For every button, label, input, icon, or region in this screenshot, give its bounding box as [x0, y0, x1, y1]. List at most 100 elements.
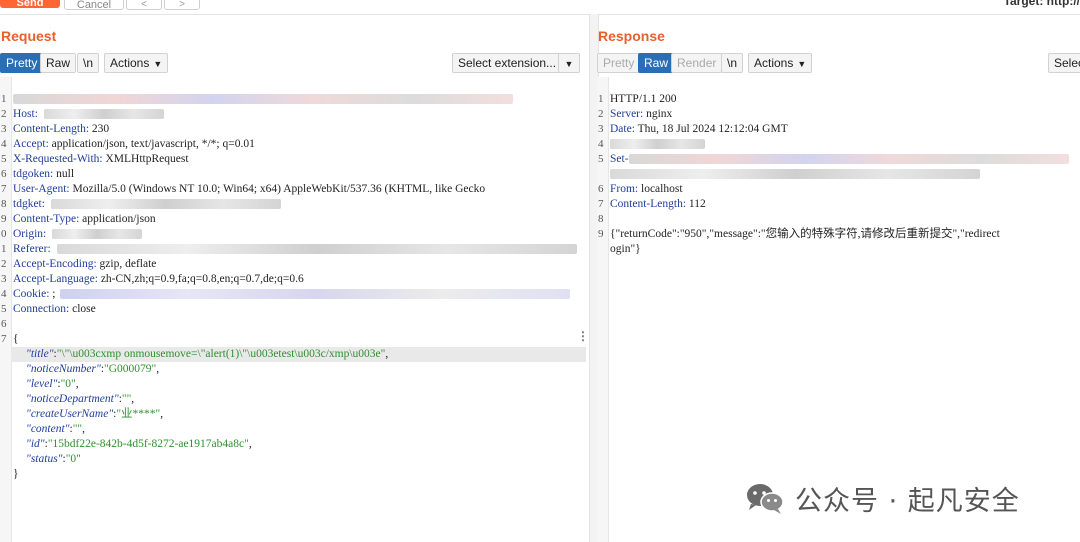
line-number: 6	[1, 318, 7, 330]
request-extension-chevron[interactable]: ▼	[558, 53, 580, 73]
line-number: 8	[1, 198, 7, 210]
line-number: 9	[598, 228, 604, 240]
redacted-block	[610, 169, 980, 180]
response-body-text: ogin"}	[610, 243, 641, 255]
back-button[interactable]: <	[126, 0, 162, 10]
header-key: Cookie:	[13, 288, 50, 300]
header-value: XMLHttpRequest	[102, 153, 189, 165]
header-key: Origin:	[13, 228, 47, 240]
json-key: "id"	[26, 438, 45, 450]
response-extension-label: Select	[1054, 56, 1080, 70]
response-tab-newline[interactable]: \n	[721, 53, 744, 73]
response-tab-pretty[interactable]: Pretty	[597, 53, 641, 73]
redacted-block	[43, 109, 164, 120]
wechat-watermark: 公众号 · 起凡安全	[745, 476, 1055, 520]
line-number: 0	[1, 228, 7, 240]
response-body-text: {"returnCode":"950","message":"您输入的特殊字符,…	[610, 228, 1000, 240]
header-value: 230	[89, 123, 110, 135]
line-number: 3	[598, 123, 604, 135]
header-key: Accept:	[13, 138, 49, 150]
line-number: 7	[1, 183, 7, 195]
header-key: From:	[610, 183, 639, 195]
line-number: 2	[1, 108, 7, 120]
json-key: "title"	[26, 348, 54, 360]
header-key: Content-Type:	[13, 213, 80, 225]
header-key: Accept-Language:	[13, 273, 98, 285]
header-key: Referer:	[13, 243, 51, 255]
more-options-icon[interactable]: ⋮	[577, 329, 589, 344]
json-key: "level"	[26, 378, 58, 390]
header-value: nginx	[643, 108, 673, 120]
line-number: 6	[1, 168, 7, 180]
request-toolbar: Pretty Raw \n Actions ▼ Select extension.…	[0, 53, 589, 73]
request-actions-dropdown[interactable]: Actions ▼	[104, 53, 169, 73]
header-value: application/json	[79, 213, 156, 225]
json-key: "status"	[26, 453, 63, 465]
redacted-block	[13, 94, 513, 105]
request-title: Request	[1, 28, 57, 44]
json-value: ""	[121, 393, 132, 405]
watermark-text: 公众号 · 起凡安全	[795, 485, 1020, 517]
response-extension-select[interactable]: Select	[1048, 53, 1080, 73]
line-number: 2	[1, 258, 7, 270]
header-key: Host:	[13, 108, 38, 120]
header-value: gzip, deflate	[96, 258, 157, 270]
request-editor[interactable]: ⋮ 1 2 Host: 3 Content-Length: 230 4 Accept:…	[0, 77, 589, 542]
header-key: User-Agent:	[13, 183, 70, 195]
code-text: }	[13, 468, 19, 480]
request-tab-raw[interactable]: Raw	[40, 53, 77, 73]
response-tab-render[interactable]: Render	[671, 53, 723, 73]
header-key: Server:	[610, 108, 644, 120]
header-key: Connection:	[13, 303, 70, 315]
json-value: "业****"	[116, 408, 161, 420]
json-value: "0"	[60, 378, 76, 390]
line-number: 5	[1, 153, 7, 165]
json-value: "\"\u003cxmp onmousemove=\"alert(1)\"\u0…	[56, 348, 386, 360]
line-number: 7	[598, 198, 604, 210]
line-number: 1	[1, 243, 7, 255]
code-text: HTTP/1.1 200	[610, 93, 677, 105]
redacted-block	[610, 139, 705, 150]
header-value: ;	[49, 288, 56, 300]
json-key: "createUserName"	[26, 408, 114, 420]
line-number: 5	[1, 303, 7, 315]
json-value: "0"	[65, 453, 81, 465]
response-tab-raw[interactable]: Raw	[638, 53, 675, 73]
json-value: ""	[72, 423, 83, 435]
response-title: Response	[598, 28, 665, 44]
header-key: tdgoken:	[13, 168, 54, 180]
line-number: 1	[598, 93, 604, 105]
top-toolbar: Send Cancel < > Target: http://	[0, 0, 1080, 15]
response-actions-dropdown[interactable]: Actions ▼	[748, 53, 813, 73]
header-value: application/json, text/javascript, */*; …	[48, 138, 255, 150]
header-key: Date:	[610, 123, 635, 135]
target-label: Target: http://	[1003, 0, 1080, 8]
redacted-block	[628, 154, 1069, 165]
cancel-button[interactable]: Cancel	[64, 0, 124, 10]
line-number: 7	[1, 333, 7, 345]
redacted-block	[52, 229, 143, 240]
request-tab-newline[interactable]: \n	[77, 53, 100, 73]
header-value: Thu, 18 Jul 2024 12:12:04 GMT	[634, 123, 788, 135]
header-key: Accept-Encoding:	[13, 258, 97, 270]
request-extension-select[interactable]: Select extension...	[452, 53, 564, 73]
request-tab-pretty[interactable]: Pretty	[0, 53, 44, 73]
header-key: Content-Length:	[610, 198, 687, 210]
redacted-block	[59, 289, 570, 300]
forward-button[interactable]: >	[164, 0, 200, 10]
line-number: 4	[1, 288, 7, 300]
line-number: 9	[1, 213, 7, 225]
header-key: tdgket:	[13, 198, 45, 210]
line-number: 6	[598, 183, 604, 195]
line-number: 2	[598, 108, 604, 120]
line-number: 3	[1, 123, 7, 135]
json-key: "noticeDepartment"	[26, 393, 119, 405]
redacted-block	[50, 199, 281, 210]
response-editor[interactable]: 1 HTTP/1.1 200 2 Server: nginx 3 Date: Thu,…	[597, 77, 1080, 542]
line-number: 4	[1, 138, 7, 150]
send-button[interactable]: Send	[0, 0, 60, 8]
line-number: 3	[1, 273, 7, 285]
header-value: null	[53, 168, 75, 180]
code-text: {	[13, 333, 19, 345]
json-key: "noticeNumber"	[26, 363, 101, 375]
